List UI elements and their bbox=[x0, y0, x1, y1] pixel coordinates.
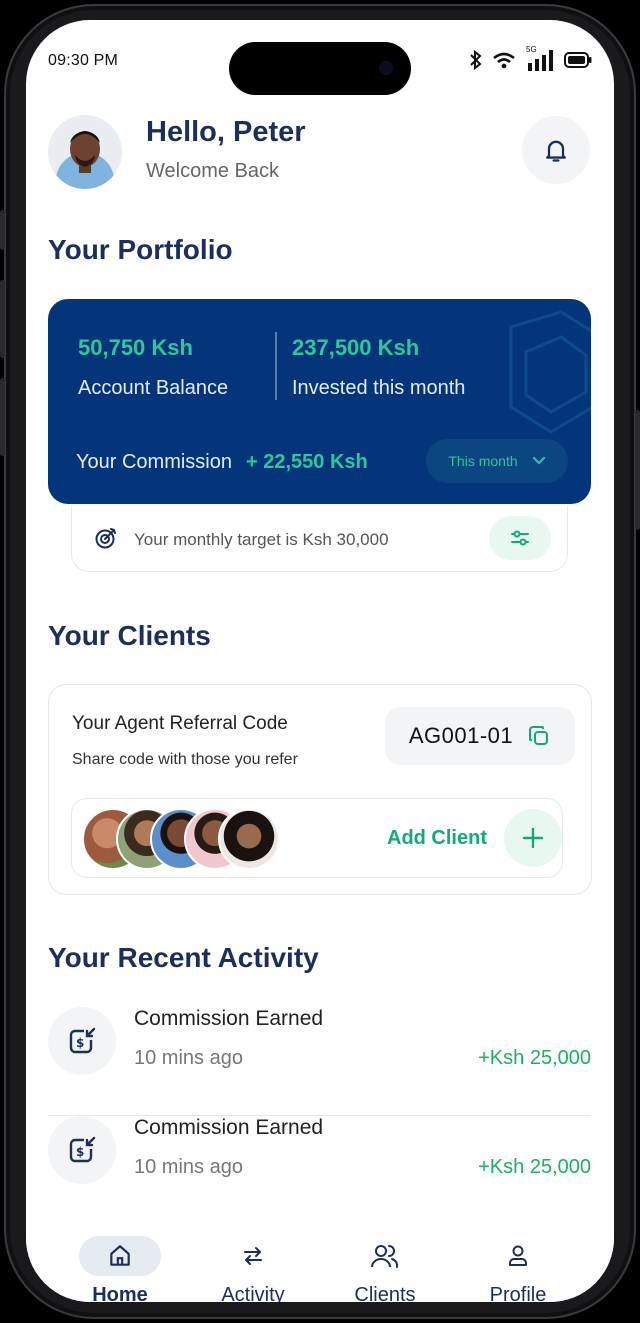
greeting-subtitle: Welcome Back bbox=[146, 160, 280, 182]
sliders-icon bbox=[511, 530, 529, 546]
activity-icon-wrap: $ bbox=[48, 1007, 116, 1075]
period-dropdown[interactable]: This month bbox=[426, 439, 568, 483]
notifications-button[interactable] bbox=[522, 116, 590, 184]
side-button bbox=[0, 280, 5, 358]
add-client-button[interactable] bbox=[504, 809, 562, 867]
commission-icon: $ bbox=[69, 1136, 96, 1163]
activity-icon-wrap: $ bbox=[48, 1116, 116, 1184]
nav-icon-wrap bbox=[344, 1236, 426, 1276]
side-button bbox=[635, 410, 640, 530]
portfolio-title: Your Portfolio bbox=[48, 234, 233, 265]
add-client-label[interactable]: Add Client bbox=[387, 827, 487, 850]
referral-code-box[interactable]: AG001-01 bbox=[385, 707, 575, 765]
nav-clients[interactable]: Clients bbox=[325, 1220, 445, 1302]
nav-icon-wrap bbox=[79, 1236, 161, 1276]
bluetooth-icon bbox=[470, 50, 482, 70]
clients-card: Your Agent Referral Code Share code with… bbox=[48, 684, 592, 895]
activity-amount: +Ksh 25,000 bbox=[478, 1047, 591, 1069]
invested-label: Invested this month bbox=[292, 377, 466, 399]
divider bbox=[275, 332, 277, 400]
chevron-down-icon bbox=[532, 456, 545, 465]
activity-item[interactable]: $ Commission Earned 10 mins ago +Ksh 25,… bbox=[48, 1116, 591, 1225]
client-avatar-group bbox=[82, 808, 280, 870]
target-settings-button[interactable] bbox=[489, 516, 551, 560]
invested-value: 237,500 Ksh bbox=[292, 335, 420, 360]
home-icon bbox=[110, 1245, 130, 1266]
nav-label: Clients bbox=[354, 1284, 416, 1302]
nav-icon-wrap bbox=[477, 1236, 559, 1276]
dynamic-island bbox=[229, 42, 411, 95]
bell-icon bbox=[546, 140, 566, 162]
nav-home[interactable]: Home bbox=[60, 1220, 180, 1302]
target-text: Your monthly target is Ksh 30,000 bbox=[134, 530, 389, 549]
logo-watermark-icon bbox=[509, 310, 591, 434]
referral-code: AG001-01 bbox=[408, 723, 514, 748]
side-button bbox=[0, 378, 5, 456]
monthly-target-row: Your monthly target is Ksh 30,000 bbox=[71, 506, 568, 572]
transfer-icon bbox=[244, 1247, 262, 1265]
activity-time: 10 mins ago bbox=[134, 1156, 243, 1178]
user-photo bbox=[55, 131, 115, 189]
user-icon bbox=[509, 1245, 527, 1266]
activity-title-text: Commission Earned bbox=[134, 1116, 324, 1139]
referral-subtitle: Share code with those you refer bbox=[72, 751, 298, 768]
activity-title-text: Commission Earned bbox=[134, 1007, 324, 1030]
target-icon bbox=[95, 528, 116, 549]
battery-icon bbox=[564, 52, 592, 68]
nav-label: Profile bbox=[489, 1284, 547, 1302]
activity-amount: +Ksh 25,000 bbox=[478, 1156, 591, 1178]
avatar[interactable] bbox=[48, 115, 122, 189]
svg-text:$: $ bbox=[76, 1145, 84, 1159]
activity-time: 10 mins ago bbox=[134, 1047, 243, 1069]
commission-value: + 22,550 Ksh bbox=[246, 451, 368, 473]
status-time: 09:30 PM bbox=[48, 52, 119, 69]
commission-label: Your Commission bbox=[76, 451, 232, 473]
nav-profile[interactable]: Profile bbox=[458, 1220, 578, 1302]
client-avatars-row: Add Client bbox=[71, 798, 563, 878]
client-avatar[interactable] bbox=[218, 808, 280, 870]
commission-icon: $ bbox=[69, 1027, 96, 1054]
users-icon bbox=[371, 1245, 399, 1268]
bottom-nav: Home Activity Clients Profile bbox=[26, 1220, 614, 1302]
status-icons: 5G bbox=[470, 45, 592, 71]
signal-icon: 5G bbox=[526, 45, 554, 71]
referral-title: Your Agent Referral Code bbox=[72, 713, 288, 734]
account-balance-value: 50,750 Ksh bbox=[78, 335, 193, 360]
nav-activity[interactable]: Activity bbox=[193, 1220, 313, 1302]
activity-item[interactable]: $ Commission Earned 10 mins ago +Ksh 25,… bbox=[48, 1007, 591, 1116]
wifi-icon bbox=[493, 52, 515, 69]
account-balance-label: Account Balance bbox=[78, 377, 229, 399]
clients-title: Your Clients bbox=[48, 620, 211, 651]
period-label: This month bbox=[448, 453, 518, 469]
plus-icon bbox=[522, 827, 544, 849]
side-button bbox=[0, 210, 5, 250]
copy-icon[interactable] bbox=[527, 724, 551, 748]
nav-label: Activity bbox=[221, 1284, 285, 1302]
screen: 09:30 PM 5G Hello, Peter Welcome Back Yo… bbox=[26, 20, 614, 1302]
nav-label: Home bbox=[92, 1284, 148, 1302]
camera-icon bbox=[379, 61, 393, 75]
portfolio-card: 50,750 Ksh Account Balance 237,500 Ksh I… bbox=[48, 299, 591, 504]
nav-icon-wrap bbox=[212, 1236, 294, 1276]
activity-title: Your Recent Activity bbox=[48, 942, 319, 973]
svg-text:$: $ bbox=[76, 1036, 84, 1050]
greeting-title: Hello, Peter bbox=[146, 116, 306, 148]
